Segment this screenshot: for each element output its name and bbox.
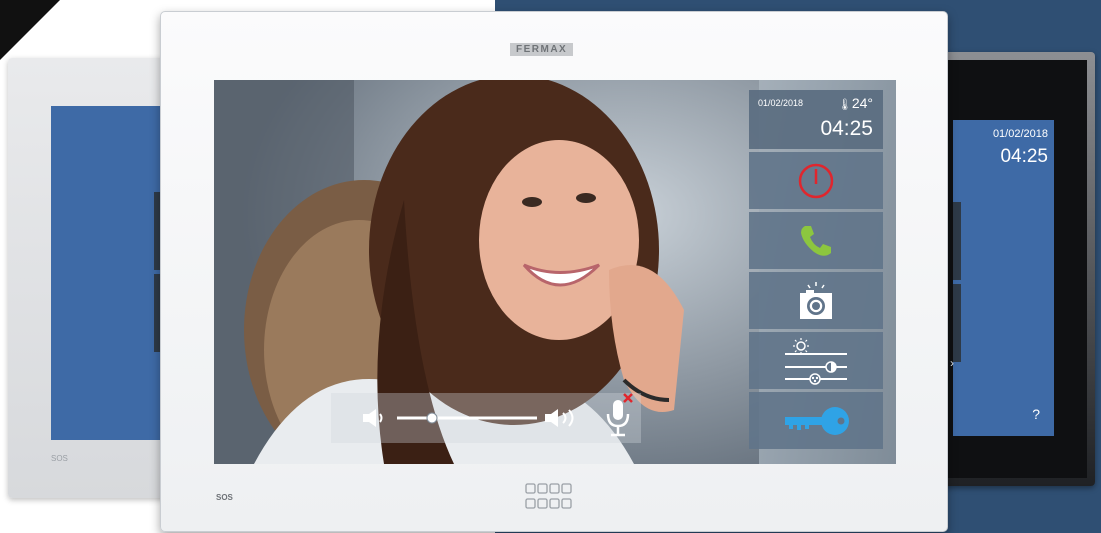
right-monitor-button — [953, 284, 961, 362]
background-corner — [0, 0, 60, 60]
help-button[interactable]: ? — [1032, 406, 1040, 422]
camera-icon — [800, 281, 832, 319]
video-screen: 01/02/2018 🌡24° 04:25 — [214, 80, 896, 464]
clock-widget: 01/02/2018 🌡24° 04:25 — [749, 90, 883, 149]
volume-up-icon[interactable] — [543, 407, 587, 429]
phone-icon — [801, 225, 831, 256]
main-monitor: FERMAX 01/02/2018 🌡24° 04:25 SOS — [160, 11, 948, 532]
left-monitor-sos-label: SOS — [51, 454, 68, 463]
call-button[interactable] — [749, 212, 883, 269]
temperature-display: 🌡24° — [837, 95, 873, 111]
date-display: 01/02/2018 — [758, 98, 804, 108]
volume-control — [331, 393, 641, 443]
right-monitor-button — [953, 202, 961, 280]
right-monitor-screen: 01/02/2018 04:25 › ? — [950, 120, 1054, 436]
settings-button[interactable] — [749, 332, 883, 389]
volume-slider[interactable] — [395, 407, 539, 429]
right-monitor-date: 01/02/2018 — [992, 128, 1048, 140]
key-icon — [785, 406, 849, 435]
brand-logo: FERMAX — [510, 43, 574, 56]
power-icon — [798, 163, 834, 198]
keypad-icon[interactable] — [525, 482, 573, 512]
snapshot-button[interactable] — [749, 272, 883, 329]
sliders-icon — [785, 337, 847, 385]
right-monitor-time: 04:25 — [1000, 146, 1048, 167]
sos-label[interactable]: SOS — [216, 493, 233, 502]
door-open-button[interactable] — [749, 392, 883, 449]
power-button[interactable] — [749, 152, 883, 209]
time-display: 04:25 — [820, 117, 873, 140]
volume-down-icon[interactable] — [361, 407, 387, 429]
microphone-muted-icon[interactable] — [604, 392, 634, 442]
chevron-right-icon: › — [950, 356, 954, 370]
thermometer-icon: 🌡 — [837, 99, 852, 111]
